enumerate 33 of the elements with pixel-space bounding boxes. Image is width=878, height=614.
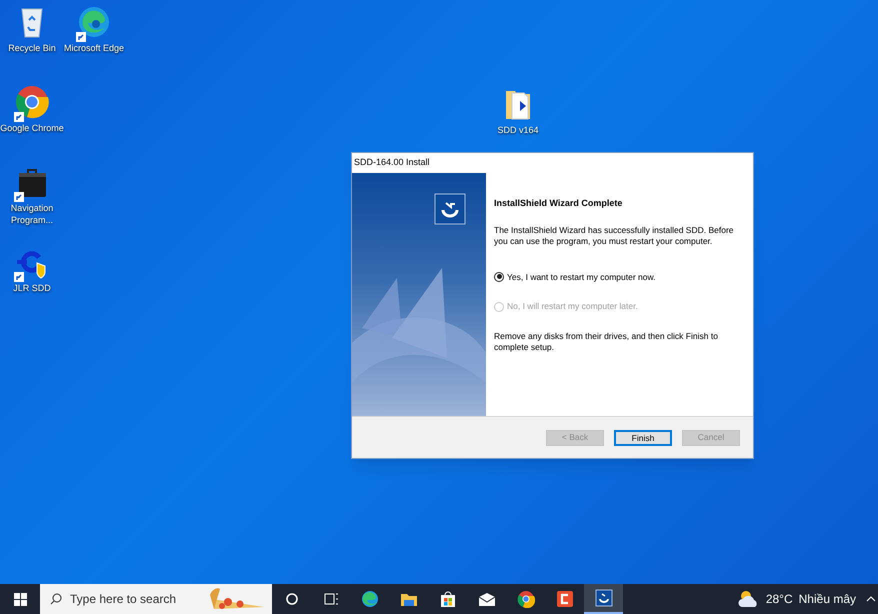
chrome-logo-icon [15,85,49,119]
desktop-icon-label[interactable]: JLR SDD [0,282,64,294]
taskbar-search-field[interactable]: Type here to search [40,584,272,614]
shortcut-arrow-icon [14,112,24,122]
edge-logo-icon [360,590,378,608]
weather-temperature[interactable]: 28°C [766,590,793,608]
installshield-logo-icon [434,193,466,225]
desktop-icon-label[interactable]: Navigation Program... [0,202,64,226]
window-title: SDD-164.00 Install [354,156,430,170]
envelope-icon [478,590,496,608]
shortcut-arrow-icon [14,272,24,282]
taskbar-app-button[interactable] [584,584,623,614]
desktop-icon-label[interactable]: Recycle Bin [0,42,64,54]
shortcut-arrow-icon [76,32,86,42]
wizard-message: The InstallShield Wizard has successfully installed SDD. Before you can use the program, you must restart your computer. [494,224,735,246]
radio-option[interactable]: Yes, I want to restart my computer now. [494,270,745,284]
shortcut-arrow-icon [14,192,24,202]
desktop-icon-label[interactable]: SDD v164 [486,124,550,136]
edge-logo-icon [77,5,111,39]
wizard-note: Remove any disks from their drives, and then click Finish to complete setup. [494,331,719,353]
letter-c-app-icon [556,590,574,608]
shopping-bag-icon [438,590,456,608]
installshield-logo-icon [594,589,612,607]
desktop-icon-label[interactable]: Google Chrome [0,122,64,134]
chevron-up-icon[interactable] [866,595,876,603]
chrome-logo-icon [516,590,534,608]
wizard-heading: InstallShield Wizard Complete [494,197,624,210]
search-icon [50,593,62,605]
desktop-icon-label[interactable]: Microsoft Edge [62,42,126,54]
weather-condition[interactable]: Nhiều mây [798,590,856,608]
wizard-button[interactable]: Finish [614,430,672,446]
search-input[interactable]: Type here to search [70,590,200,608]
windows-logo-icon [14,592,26,606]
